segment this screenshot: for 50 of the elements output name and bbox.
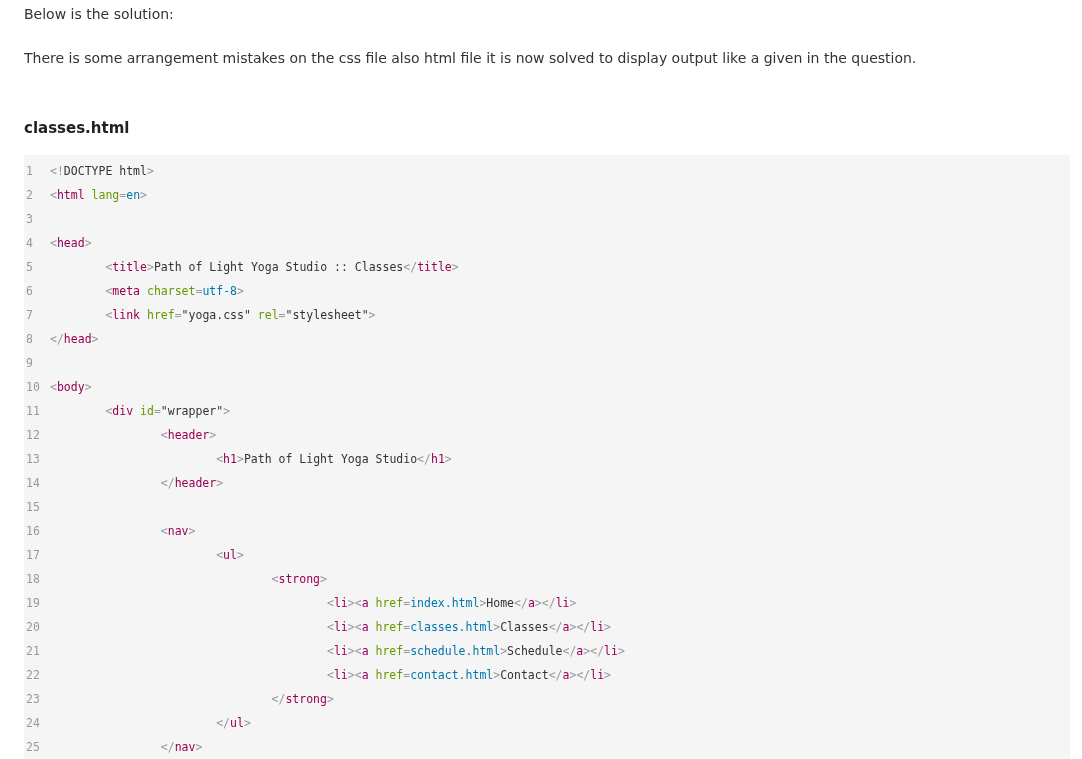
line-number: 17	[25, 548, 41, 562]
line-number: 23	[25, 692, 41, 706]
code-line: <li><a href=index.html>Home</a></li>	[325, 596, 577, 610]
code-line: <meta charset=utf-8>	[104, 284, 244, 298]
code-line: <strong>	[270, 572, 327, 586]
line-number: 4	[25, 236, 34, 250]
code-line: <title>Path of Light Yoga Studio :: Classes</title>	[104, 260, 459, 274]
explanation-paragraph: There is some arrangement mistakes on the css file also html file it is now solved to display output like a given in the question.	[24, 49, 918, 68]
code-line: <header>	[159, 428, 217, 442]
code-line: </nav>	[159, 740, 203, 754]
code-line: <li><a href=schedule.html>Schedule</a></li>	[325, 644, 625, 658]
line-number: 1	[25, 164, 34, 178]
line-number: 21	[25, 644, 41, 658]
code-line: </ul>	[215, 716, 251, 730]
line-number: 6	[25, 284, 34, 298]
line-number: 22	[25, 668, 41, 682]
line-number: 16	[25, 524, 41, 538]
line-number: 15	[25, 500, 41, 514]
code-line: <!DOCTYPE html>	[50, 164, 154, 178]
code-line: <head>	[50, 236, 92, 250]
line-number: 25	[25, 740, 41, 754]
code-line: <body>	[50, 380, 92, 394]
code-line: <link href="yoga.css" rel="stylesheet">	[104, 308, 376, 322]
line-number: 20	[25, 620, 41, 634]
code-line: </head>	[50, 332, 99, 346]
code-line: <html lang=en>	[50, 188, 147, 202]
line-number: 12	[25, 428, 41, 442]
code-line: <li><a href=classes.html>Classes</a></li>	[325, 620, 612, 634]
line-number: 18	[25, 572, 41, 586]
line-number: 14	[25, 476, 41, 490]
line-number: 2	[25, 188, 34, 202]
line-number: 19	[25, 596, 41, 610]
code-line: <div id="wrapper">	[104, 404, 231, 418]
line-number: 5	[25, 260, 34, 274]
intro-text: Below is the solution:	[24, 5, 175, 24]
line-number: 13	[25, 452, 41, 466]
line-number: 10	[25, 380, 41, 394]
line-number: 9	[25, 356, 34, 370]
line-number: 8	[25, 332, 34, 346]
code-line: <ul>	[215, 548, 244, 562]
code-line: </strong>	[270, 692, 334, 706]
code-line: <nav>	[159, 524, 196, 538]
file-heading: classes.html	[24, 118, 131, 138]
line-number: 11	[25, 404, 41, 418]
line-number: 7	[25, 308, 34, 322]
line-number: 24	[25, 716, 41, 730]
code-line: <li><a href=contact.html>Contact</a></li>	[325, 668, 612, 682]
line-number: 3	[25, 212, 34, 226]
code-line: </header>	[159, 476, 224, 490]
code-line: <h1>Path of Light Yoga Studio</h1>	[215, 452, 452, 466]
